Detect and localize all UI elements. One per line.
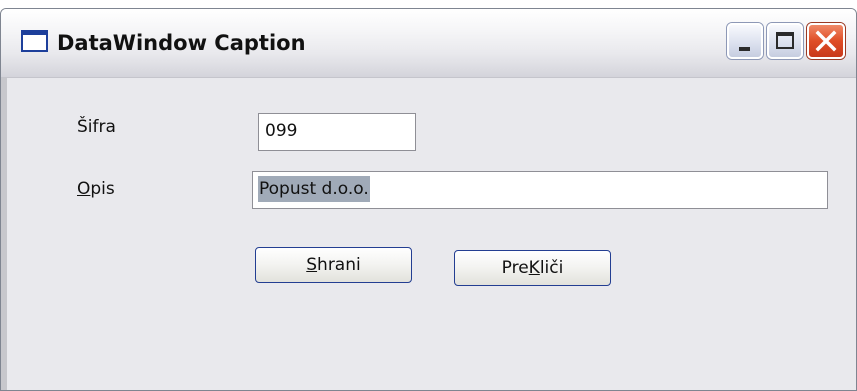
cancel-button-mnemonic: K xyxy=(528,258,540,278)
opis-label-mnemonic: O xyxy=(77,179,91,199)
sifra-label: Šifra xyxy=(77,117,116,137)
title-bar[interactable]: DataWindow Caption xyxy=(1,9,856,78)
window-icon xyxy=(21,30,48,52)
sifra-value: 099 xyxy=(265,121,298,141)
maximize-icon xyxy=(776,32,794,49)
window-title: DataWindow Caption xyxy=(57,31,306,55)
cancel-button-rest: liči xyxy=(539,258,564,278)
cancel-button-prefix: Pre xyxy=(501,258,529,278)
save-button-mnemonic: S xyxy=(306,255,318,275)
save-button[interactable]: Shrani xyxy=(255,247,412,283)
minimize-icon xyxy=(739,47,750,51)
save-button-rest: hrani xyxy=(317,255,361,275)
sifra-field[interactable]: 099 xyxy=(258,113,416,151)
opis-value: Popust d.o.o. xyxy=(258,176,370,202)
cancel-button[interactable]: PreKliči xyxy=(454,250,611,286)
opis-field[interactable]: Popust d.o.o. xyxy=(252,171,828,209)
minimize-button[interactable] xyxy=(727,23,763,59)
close-button[interactable] xyxy=(807,23,845,59)
opis-label: Opis xyxy=(77,179,115,199)
opis-label-rest: pis xyxy=(90,179,115,199)
app-window: DataWindow Caption Šifra 099 Opis Popust… xyxy=(0,8,857,391)
close-icon xyxy=(815,30,837,52)
window-left-border xyxy=(1,78,7,390)
maximize-button[interactable] xyxy=(767,23,803,59)
